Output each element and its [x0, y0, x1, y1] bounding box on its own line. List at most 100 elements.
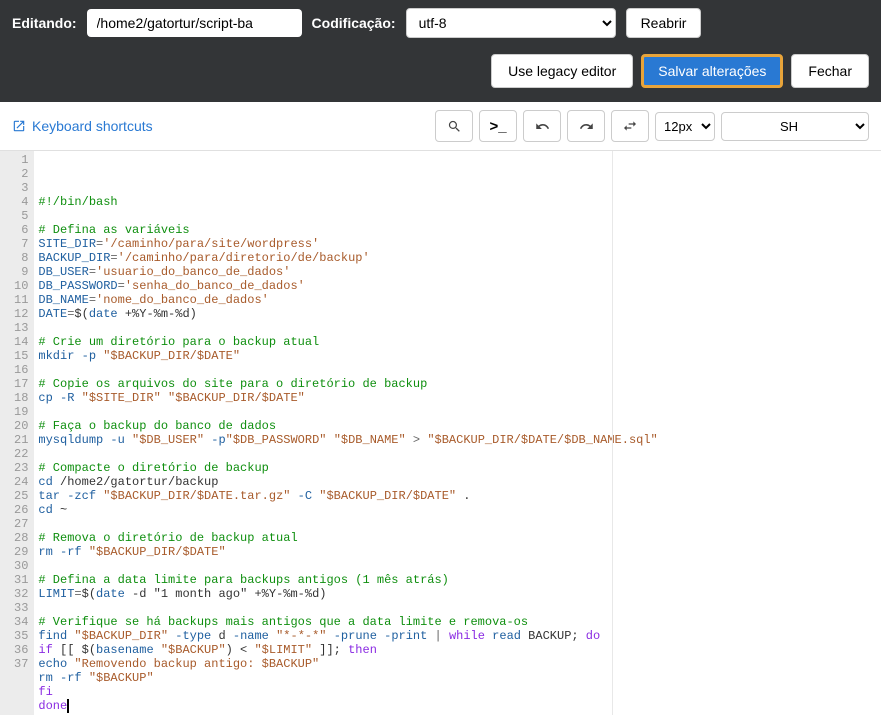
line-number: 27	[14, 517, 28, 531]
code-line[interactable]	[38, 447, 877, 461]
line-number: 17	[14, 377, 28, 391]
line-number: 26	[14, 503, 28, 517]
code-line[interactable]: # Compacte o diretório de backup	[38, 461, 877, 475]
reopen-button[interactable]: Reabrir	[626, 8, 702, 38]
code-line[interactable]: echo "Removendo backup antigo: $BACKUP"	[38, 657, 877, 671]
line-number: 12	[14, 307, 28, 321]
code-line[interactable]: DB_PASSWORD='senha_do_banco_de_dados'	[38, 279, 877, 293]
editor-toolbar: Keyboard shortcuts >_ 12px SH	[0, 102, 881, 151]
redo-icon	[579, 119, 594, 134]
swap-button[interactable]	[611, 110, 649, 142]
code-line[interactable]: BACKUP_DIR='/caminho/para/diretorio/de/b…	[38, 251, 877, 265]
code-line[interactable]	[38, 601, 877, 615]
code-line[interactable]: cp -R "$SITE_DIR" "$BACKUP_DIR/$DATE"	[38, 391, 877, 405]
save-button[interactable]: Salvar alterações	[641, 54, 783, 88]
code-line[interactable]: rm -rf "$BACKUP"	[38, 671, 877, 685]
line-number: 2	[14, 167, 28, 181]
code-line[interactable]: find "$BACKUP_DIR" -type d -name "*-*-*"…	[38, 629, 877, 643]
code-line[interactable]: cd ~	[38, 503, 877, 517]
code-line[interactable]: #!/bin/bash	[38, 195, 877, 209]
line-number: 22	[14, 447, 28, 461]
line-number: 9	[14, 265, 28, 279]
line-number: 14	[14, 335, 28, 349]
line-number: 13	[14, 321, 28, 335]
code-line[interactable]: DB_NAME='nome_do_banco_de_dados'	[38, 293, 877, 307]
code-line[interactable]: # Copie os arquivos do site para o diret…	[38, 377, 877, 391]
code-line[interactable]: SITE_DIR='/caminho/para/site/wordpress'	[38, 237, 877, 251]
editing-label: Editando:	[12, 15, 77, 31]
action-bar: Use legacy editor Salvar alterações Fech…	[0, 46, 881, 102]
code-line[interactable]	[38, 209, 877, 223]
code-line[interactable]: # Crie um diretório para o backup atual	[38, 335, 877, 349]
language-select[interactable]: SH	[721, 112, 869, 141]
encoding-select[interactable]: utf-8	[406, 8, 616, 38]
legacy-editor-button[interactable]: Use legacy editor	[491, 54, 633, 88]
code-line[interactable]	[38, 559, 877, 573]
code-line[interactable]: # Faça o backup do banco de dados	[38, 419, 877, 433]
text-cursor	[67, 699, 69, 713]
file-path-input[interactable]	[87, 9, 302, 37]
encoding-label: Codificação:	[312, 15, 396, 31]
code-line[interactable]: cd /home2/gatortur/backup	[38, 475, 877, 489]
line-number: 29	[14, 545, 28, 559]
line-number: 31	[14, 573, 28, 587]
line-number: 15	[14, 349, 28, 363]
code-line[interactable]: DATE=$(date +%Y-%m-%d)	[38, 307, 877, 321]
code-line[interactable]: tar -zcf "$BACKUP_DIR/$DATE.tar.gz" -C "…	[38, 489, 877, 503]
code-editor[interactable]: 1234567891011121314151617181920212223242…	[0, 151, 881, 715]
line-number: 30	[14, 559, 28, 573]
code-line[interactable]: LIMIT=$(date -d "1 month ago" +%Y-%m-%d)	[38, 587, 877, 601]
line-number-gutter: 1234567891011121314151617181920212223242…	[0, 151, 34, 715]
undo-button[interactable]	[523, 110, 561, 142]
external-link-icon	[12, 119, 26, 133]
close-button[interactable]: Fechar	[791, 54, 869, 88]
keyboard-shortcuts-link[interactable]: Keyboard shortcuts	[12, 118, 153, 134]
line-number: 18	[14, 391, 28, 405]
line-number: 8	[14, 251, 28, 265]
redo-button[interactable]	[567, 110, 605, 142]
search-button[interactable]	[435, 110, 473, 142]
line-number: 3	[14, 181, 28, 195]
line-number: 6	[14, 223, 28, 237]
code-line[interactable]: DB_USER='usuario_do_banco_de_dados'	[38, 265, 877, 279]
top-bar: Editando: Codificação: utf-8 Reabrir	[0, 0, 881, 46]
code-line[interactable]: # Remova o diretório de backup atual	[38, 531, 877, 545]
code-line[interactable]: # Defina as variáveis	[38, 223, 877, 237]
line-number: 20	[14, 419, 28, 433]
font-size-select[interactable]: 12px	[655, 112, 715, 141]
code-line[interactable]	[38, 517, 877, 531]
code-line[interactable]	[38, 321, 877, 335]
code-line[interactable]: # Defina a data limite para backups anti…	[38, 573, 877, 587]
undo-icon	[535, 119, 550, 134]
line-number: 16	[14, 363, 28, 377]
line-number: 36	[14, 643, 28, 657]
line-number: 34	[14, 615, 28, 629]
code-line[interactable]: # Verifique se há backups mais antigos q…	[38, 615, 877, 629]
line-number: 21	[14, 433, 28, 447]
code-line[interactable]: mysqldump -u "$DB_USER" -p"$DB_PASSWORD"…	[38, 433, 877, 447]
code-line[interactable]: mkdir -p "$BACKUP_DIR/$DATE"	[38, 349, 877, 363]
code-line[interactable]: if [[ $(basename "$BACKUP") < "$LIMIT" ]…	[38, 643, 877, 657]
search-icon	[447, 119, 462, 134]
line-number: 35	[14, 629, 28, 643]
code-line[interactable]: fi	[38, 685, 877, 699]
line-number: 32	[14, 587, 28, 601]
code-line[interactable]	[38, 405, 877, 419]
code-content[interactable]: #!/bin/bash # Defina as variáveisSITE_DI…	[34, 151, 881, 715]
line-number: 19	[14, 405, 28, 419]
line-number: 25	[14, 489, 28, 503]
line-number: 24	[14, 475, 28, 489]
line-number: 37	[14, 657, 28, 671]
line-number: 33	[14, 601, 28, 615]
code-line[interactable]	[38, 363, 877, 377]
line-number: 23	[14, 461, 28, 475]
code-line[interactable]: rm -rf "$BACKUP_DIR/$DATE"	[38, 545, 877, 559]
terminal-button[interactable]: >_	[479, 110, 517, 142]
line-number: 10	[14, 279, 28, 293]
line-number: 5	[14, 209, 28, 223]
line-number: 7	[14, 237, 28, 251]
line-number: 28	[14, 531, 28, 545]
print-margin	[612, 151, 613, 715]
code-line[interactable]: done	[38, 699, 877, 713]
line-number: 11	[14, 293, 28, 307]
